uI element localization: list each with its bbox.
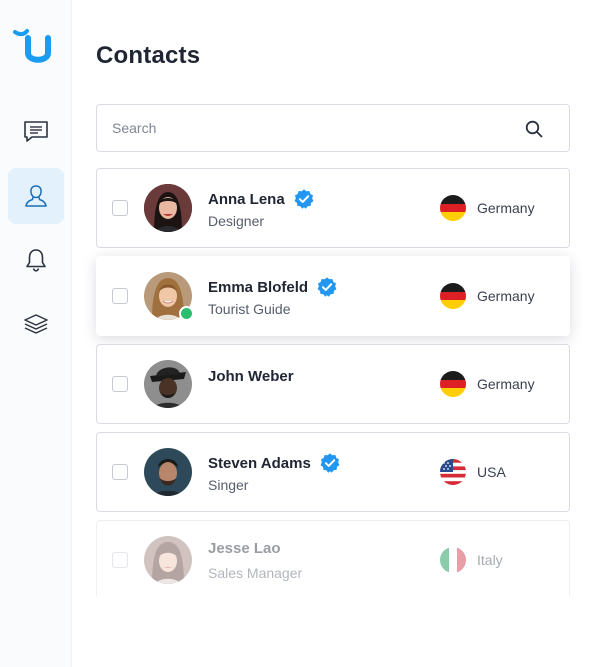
contact-role: Tourist Guide <box>208 301 291 317</box>
contact-name-row: Anna Lena <box>208 188 315 210</box>
italy-flag-icon <box>440 547 466 573</box>
contact-name-row: Emma Blofeld <box>208 276 338 298</box>
avatar <box>144 360 192 408</box>
contact-country: Italy <box>477 552 503 568</box>
germany-flag-icon <box>440 371 466 397</box>
contact-checkbox[interactable] <box>112 288 128 304</box>
online-status-dot <box>179 306 194 321</box>
brand-u-icon[interactable] <box>13 26 55 68</box>
chat-icon <box>24 121 48 142</box>
contact-checkbox[interactable] <box>112 552 128 568</box>
list-bottom-fade <box>72 596 590 667</box>
contact-card[interactable]: Emma Blofeld Tourist Guide Germany <box>96 256 570 336</box>
search-box <box>96 104 570 152</box>
contact-checkbox[interactable] <box>112 200 128 216</box>
contact-country: Germany <box>477 376 535 392</box>
bell-icon <box>26 249 46 272</box>
avatar <box>144 272 194 321</box>
sidebar-item-notifications[interactable] <box>8 232 64 288</box>
contact-role: Designer <box>208 213 265 229</box>
contact-card[interactable]: John Weber Germany <box>96 344 570 424</box>
contacts-icon <box>25 185 47 207</box>
contact-role: Singer <box>208 477 249 493</box>
contact-country: USA <box>477 464 506 480</box>
contact-name: Emma Blofeld <box>208 278 309 296</box>
contact-checkbox[interactable] <box>112 376 128 392</box>
search-icon[interactable] <box>525 120 543 138</box>
sidebar-item-layers[interactable] <box>8 296 64 352</box>
verified-badge-icon <box>320 453 340 473</box>
verified-badge-icon <box>317 277 337 297</box>
contact-name-row: Jesse Lao <box>208 540 281 557</box>
search-input[interactable] <box>112 105 512 151</box>
avatar <box>144 184 192 232</box>
contact-card[interactable]: Steven Adams Singer USA <box>96 432 570 512</box>
contact-name: John Weber <box>208 368 294 385</box>
usa-flag-icon <box>440 459 466 485</box>
contact-checkbox[interactable] <box>112 464 128 480</box>
contact-name: Anna Lena <box>208 190 285 208</box>
sidebar-item-contacts[interactable] <box>8 168 64 224</box>
contact-country: Germany <box>477 288 535 304</box>
germany-flag-icon <box>440 195 466 221</box>
germany-flag-icon <box>440 283 466 309</box>
sidebar <box>0 0 72 667</box>
contact-card[interactable]: Jesse Lao Sales Manager Italy <box>96 520 570 600</box>
contact-name-row: Steven Adams <box>208 452 341 474</box>
verified-badge-icon <box>294 189 314 209</box>
layers-icon <box>24 314 48 334</box>
contact-name-row: John Weber <box>208 368 294 385</box>
contact-country: Germany <box>477 200 535 216</box>
sidebar-item-messages[interactable] <box>8 104 64 160</box>
page-title: Contacts <box>96 42 201 69</box>
contact-name: Steven Adams <box>208 454 311 472</box>
contact-name: Jesse Lao <box>208 540 281 557</box>
contact-card[interactable]: Anna Lena Designer Germany <box>96 168 570 248</box>
avatar <box>144 448 192 496</box>
contact-role: Sales Manager <box>208 565 303 581</box>
avatar <box>144 536 192 584</box>
